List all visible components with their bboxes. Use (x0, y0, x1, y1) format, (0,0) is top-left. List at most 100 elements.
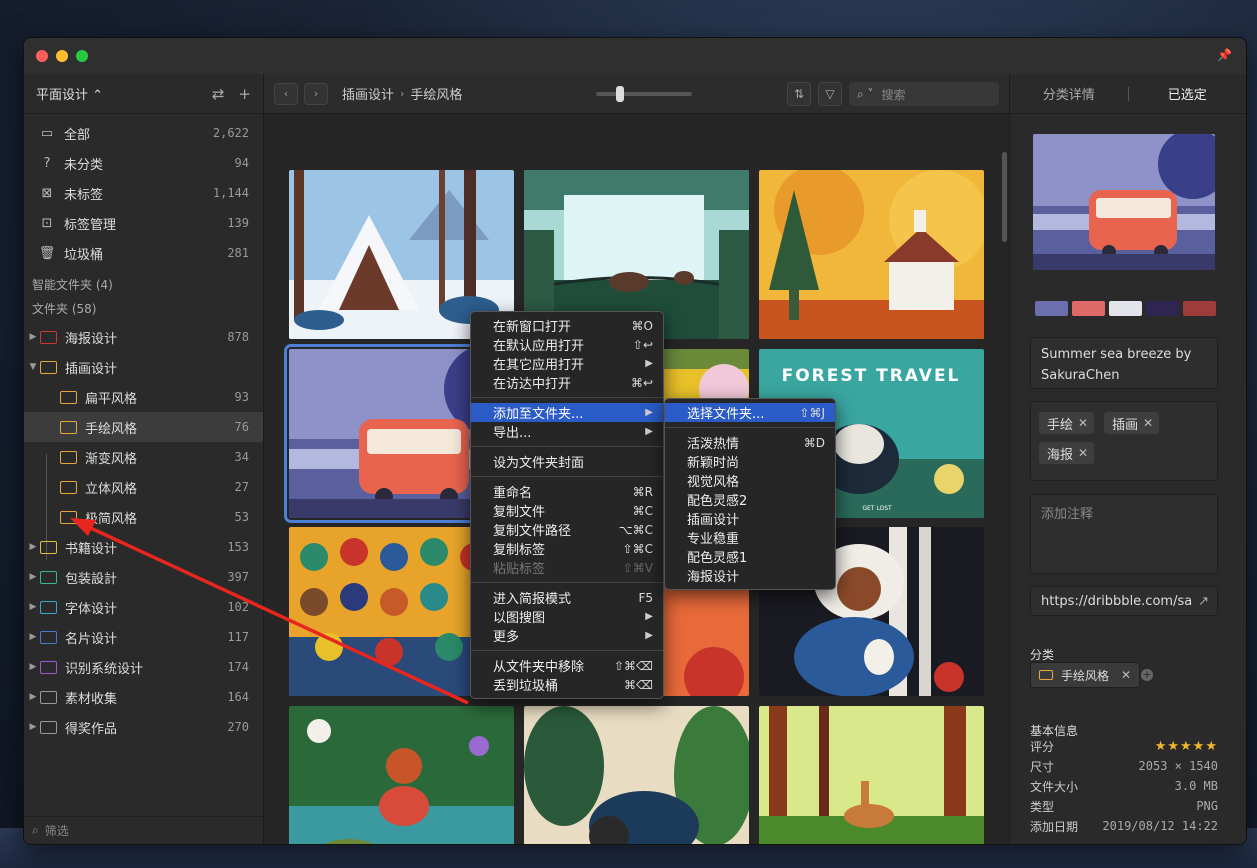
forward-button[interactable]: › (304, 82, 328, 105)
thumbnail-deer-forest[interactable] (759, 706, 984, 844)
folder-poster-design[interactable]: ▶ 海报设计 878 (24, 322, 263, 352)
collapse-icon[interactable]: ▼ (26, 362, 40, 372)
expand-icon[interactable]: ▶ (26, 632, 40, 642)
context-menu-item[interactable]: 在新窗口打开 ⌘O (471, 316, 663, 336)
expand-icon[interactable]: ▶ (26, 542, 40, 552)
preview-image[interactable] (1033, 134, 1215, 270)
minimize-button[interactable] (56, 50, 68, 62)
tag-chip[interactable]: 手绘 ✕ (1039, 412, 1095, 434)
note-field[interactable]: 添加注释 (1030, 494, 1218, 574)
color-swatch[interactable] (1109, 301, 1142, 316)
tab-category-detail[interactable]: 分类详情 (1010, 84, 1128, 103)
item-title-field[interactable]: Summer sea breeze by SakuraChen (1030, 337, 1218, 389)
category-chip[interactable]: 手绘风格 ✕ (1030, 662, 1141, 688)
folder-handdrawn-style[interactable]: 手绘风格 76 (24, 412, 263, 442)
context-menu-item[interactable]: 导出... ▶ (471, 422, 663, 441)
folder-card-design[interactable]: ▶ 名片设计 117 (24, 622, 263, 652)
color-swatch[interactable] (1035, 301, 1068, 316)
close-button[interactable] (36, 50, 48, 62)
add-category-icon[interactable]: + (1141, 669, 1153, 681)
sidebar-item-untagged[interactable]: ⊠ 未标签 1,144 (24, 178, 263, 208)
submenu-item[interactable]: 插画设计 (665, 509, 835, 528)
remove-category-icon[interactable]: ✕ (1121, 668, 1131, 682)
expand-icon[interactable]: ▶ (26, 332, 40, 342)
folder-identity-design[interactable]: ▶ 识别系统设计 174 (24, 652, 263, 682)
expand-icon[interactable]: ▶ (26, 722, 40, 732)
expand-icon[interactable]: ▶ (26, 662, 40, 672)
submenu-item[interactable]: 新颖时尚 (665, 452, 835, 471)
add-icon[interactable]: + (238, 85, 251, 103)
context-menu-item[interactable]: 更多 ▶ (471, 626, 663, 645)
context-menu-item[interactable]: 在其它应用打开 ▶ (471, 354, 663, 373)
folder-gradient-style[interactable]: 渐变风格 34 (24, 442, 263, 472)
open-link-icon[interactable]: ↗ (1198, 594, 1209, 609)
sidebar-item-all[interactable]: ▭ 全部 2,622 (24, 118, 263, 148)
folders-header[interactable]: 文件夹 (58) (24, 296, 263, 320)
context-menu-item[interactable]: 以图搜图 ▶ (471, 607, 663, 626)
submenu-item[interactable]: 视觉风格 (665, 471, 835, 490)
thumbnail-girl-flowers[interactable] (289, 706, 514, 844)
submenu-item[interactable]: 配色灵感2 (665, 490, 835, 509)
tags-field[interactable]: 手绘 ✕ 插画 ✕ 海报 ✕ (1030, 401, 1218, 481)
remove-tag-icon[interactable]: ✕ (1078, 416, 1088, 430)
context-menu-item[interactable]: 复制标签 ⇧⌘C (471, 539, 663, 559)
folder-book-design[interactable]: ▶ 书籍设计 153 (24, 532, 263, 562)
folder-3d-style[interactable]: 立体风格 27 (24, 472, 263, 502)
folder-font-design[interactable]: ▶ 字体设计 102 (24, 592, 263, 622)
color-swatch[interactable] (1146, 301, 1179, 316)
folder-materials[interactable]: ▶ 素材收集 164 (24, 682, 263, 712)
folder-flat-style[interactable]: 扁平风格 93 (24, 382, 263, 412)
sidebar-item-trash[interactable]: 🗑 垃圾桶 281 (24, 238, 263, 268)
url-field[interactable]: https://dribbble.com/sa ↗ (1030, 586, 1218, 616)
context-menu-item[interactable]: 丢到垃圾桶 ⌘⌫ (471, 675, 663, 695)
tab-selected[interactable]: 已选定 (1129, 84, 1247, 103)
expand-icon[interactable]: ▶ (26, 692, 40, 702)
sidebar-item-uncategorized[interactable]: ? 未分类 94 (24, 148, 263, 178)
library-switcher[interactable]: 平面设计 ⌃ (36, 84, 198, 103)
context-menu-item[interactable]: 在默认应用打开 ⇧↩ (471, 335, 663, 355)
tag-chip[interactable]: 海报 ✕ (1039, 442, 1095, 464)
submenu-item[interactable]: 专业稳重 (665, 528, 835, 547)
folder-illustration-design[interactable]: ▼ 插画设计 (24, 352, 263, 382)
swap-icon[interactable]: ⇄ (212, 85, 225, 103)
color-swatch[interactable] (1183, 301, 1216, 316)
zoom-button[interactable] (76, 50, 88, 62)
submenu-item[interactable]: 海报设计 (665, 566, 835, 585)
remove-tag-icon[interactable]: ✕ (1143, 416, 1153, 430)
rating-stars[interactable]: ★★★★★ (1155, 739, 1218, 754)
context-menu-item[interactable]: 进入简报模式 F5 (471, 588, 663, 608)
context-menu-item[interactable]: 复制文件路径 ⌥⌘C (471, 520, 663, 540)
tag-chip[interactable]: 插画 ✕ (1104, 412, 1160, 434)
slider-knob[interactable] (616, 86, 624, 102)
filter-button[interactable]: ▽ (818, 82, 842, 106)
thumbnail-autumn-house[interactable] (759, 170, 984, 339)
remove-tag-icon[interactable]: ✕ (1078, 446, 1088, 460)
breadcrumb-parent[interactable]: 插画设计 (342, 84, 394, 103)
expand-icon[interactable]: ▶ (26, 602, 40, 612)
submenu-item[interactable]: 活泼热情 ⌘D (665, 433, 835, 453)
smart-folders-header[interactable]: 智能文件夹 (4) (24, 272, 263, 296)
thumbnail-size-slider[interactable] (596, 86, 692, 102)
sidebar-item-tag-manager[interactable]: ⊡ 标签管理 139 (24, 208, 263, 238)
context-menu-item[interactable]: 复制文件 ⌘C (471, 501, 663, 521)
folder-packaging-design[interactable]: ▶ 包装設計 397 (24, 562, 263, 592)
context-menu-item[interactable]: 添加至文件夹... ▶ (471, 403, 663, 422)
context-menu-item[interactable]: 设为文件夹封面 (471, 452, 663, 471)
scrollbar[interactable] (1002, 152, 1007, 242)
thumbnail-jungle-cat[interactable] (524, 706, 749, 844)
folder-minimal-style[interactable]: 极简风格 53 (24, 502, 263, 532)
context-menu-item[interactable]: 重命名 ⌘R (471, 482, 663, 502)
pin-icon[interactable]: 📌 (1217, 48, 1232, 62)
context-menu-item[interactable]: 从文件夹中移除 ⇧⌘⌫ (471, 656, 663, 676)
submenu-item[interactable]: 配色灵感1 (665, 547, 835, 566)
sort-button[interactable]: ⇅ (787, 82, 811, 106)
expand-icon[interactable]: ▶ (26, 572, 40, 582)
sidebar-filter[interactable]: ⌕ 筛选 (24, 816, 263, 844)
submenu-item[interactable]: 选择文件夹... ⇧⌘J (665, 403, 835, 422)
folder-award-works[interactable]: ▶ 得奖作品 270 (24, 712, 263, 742)
back-button[interactable]: ‹ (274, 82, 298, 105)
context-menu-item[interactable]: 在访达中打开 ⌘↩ (471, 373, 663, 393)
breadcrumb-current[interactable]: 手绘风格 (410, 84, 462, 103)
search-input[interactable]: ⌕ ˅ 搜索 (849, 82, 999, 106)
color-swatch[interactable] (1072, 301, 1105, 316)
